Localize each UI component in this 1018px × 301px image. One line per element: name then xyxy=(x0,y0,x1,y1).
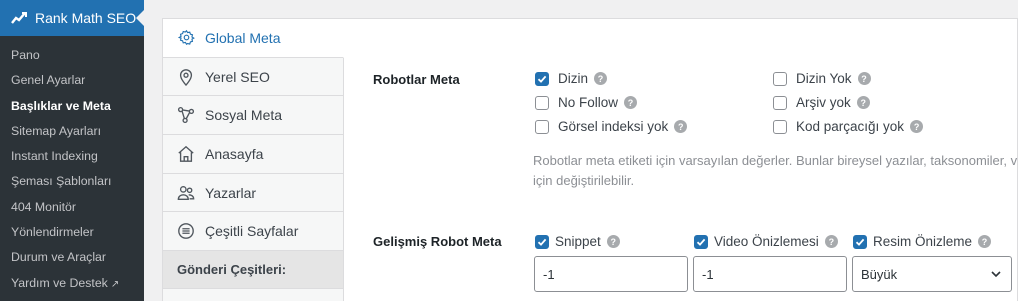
image-preview-value: Büyük xyxy=(861,266,898,282)
help-icon[interactable]: ? xyxy=(910,120,924,133)
rank-math-menu-label: Rank Math SEO xyxy=(35,10,137,26)
chevron-down-icon xyxy=(990,268,1002,283)
tab-section-heading: Gönderi Çeşitleri: xyxy=(163,251,343,290)
robots-meta-description: Robotlar meta etiketi için varsayılan de… xyxy=(533,153,1018,188)
checkbox-label: Görsel indeksi yok xyxy=(558,119,669,134)
rank-math-logo-icon xyxy=(11,11,27,25)
checkbox-kod-parcacigi-yok[interactable]: Kod parçacığı yok ? xyxy=(773,119,924,134)
snippet-length-input[interactable]: -1 xyxy=(534,256,688,292)
tab-label: Sosyal Meta xyxy=(205,107,283,124)
home-icon xyxy=(177,145,195,163)
help-icon[interactable]: ? xyxy=(624,96,638,109)
settings-tabs: Global Meta Yerel SEO Sosyal Meta Anasay… xyxy=(163,19,344,301)
submenu-item-genel-ayarlar[interactable]: Genel Ayarlar xyxy=(0,68,144,93)
checkbox-label: Video Önizlemesi xyxy=(714,234,819,249)
settings-panel: Global Meta Yerel SEO Sosyal Meta Anasay… xyxy=(162,18,1018,301)
tab-global-meta[interactable]: Global Meta xyxy=(163,19,344,58)
checkbox-box[interactable] xyxy=(535,95,549,110)
submenu-item-durum-ve-araclar[interactable]: Durum ve Araçlar xyxy=(0,245,144,270)
checkbox-video-onizlemesi[interactable]: Video Önizlemesi ? xyxy=(694,234,838,249)
share-nodes-icon xyxy=(177,106,195,124)
admin-sidebar: Rank Math SEO Pano Genel Ayarlar Başlıkl… xyxy=(0,0,144,301)
robots-meta-label: Robotlar Meta xyxy=(373,72,460,87)
checkbox-box[interactable] xyxy=(853,234,867,249)
checkbox-box[interactable] xyxy=(535,234,549,249)
tab-next-partial[interactable] xyxy=(163,289,343,301)
checkbox-label: Dizin xyxy=(558,71,589,86)
checkbox-box[interactable] xyxy=(535,71,549,86)
tab-anasayfa[interactable]: Anasayfa xyxy=(163,135,343,174)
submenu-item-yonlendirmeler[interactable]: Yönlendirmeler xyxy=(0,220,144,245)
submenu-item-basliklar-ve-meta[interactable]: Başlıklar ve Meta xyxy=(0,94,144,119)
settings-main: Robotlar Meta Dizin ? Dizin Yok ? No Fol… xyxy=(345,19,1018,301)
checkbox-box[interactable] xyxy=(773,71,787,86)
tab-label: Anasayfa xyxy=(205,145,264,162)
list-circle-icon xyxy=(177,222,195,240)
tab-label: Yerel SEO xyxy=(205,68,270,85)
tab-yerel-seo[interactable]: Yerel SEO xyxy=(163,57,343,97)
checkbox-label: Kod parçacığı yok xyxy=(796,119,905,134)
advanced-robots-meta-label: Gelişmiş Robot Meta xyxy=(373,234,502,249)
checkbox-label: Snippet xyxy=(555,234,601,249)
tab-cesitli-sayfalar[interactable]: Çeşitli Sayfalar xyxy=(163,212,343,252)
current-menu-arrow xyxy=(136,10,144,26)
tab-yazarlar[interactable]: Yazarlar xyxy=(163,173,343,213)
checkbox-label: Arşiv yok xyxy=(796,95,851,110)
tab-label: Yazarlar xyxy=(205,184,257,201)
submenu-item-yardim-ve-destek[interactable]: Yardım ve Destek ↗ xyxy=(0,271,144,296)
tab-label: Global Meta xyxy=(205,29,281,46)
tab-sosyal-meta[interactable]: Sosyal Meta xyxy=(163,96,343,136)
external-link-icon: ↗ xyxy=(110,278,120,290)
location-pin-icon xyxy=(177,68,195,86)
help-icon[interactable]: ? xyxy=(594,72,608,85)
help-icon[interactable]: ? xyxy=(857,72,871,85)
checkbox-arsiv-yok[interactable]: Arşiv yok ? xyxy=(773,95,870,110)
checkbox-label: Dizin Yok xyxy=(796,71,852,86)
submenu: Pano Genel Ayarlar Başlıklar ve Meta Sit… xyxy=(0,36,144,301)
submenu-item-pano[interactable]: Pano xyxy=(0,43,144,68)
help-icon[interactable]: ? xyxy=(674,120,688,133)
checkbox-dizin[interactable]: Dizin ? xyxy=(535,71,608,86)
checkbox-dizin-yok[interactable]: Dizin Yok ? xyxy=(773,71,871,86)
checkbox-label: Resim Önizleme xyxy=(873,234,973,249)
submenu-item-sitemap-ayarlari[interactable]: Sitemap Ayarları xyxy=(0,119,144,144)
submenu-item-semasi-sablonlari[interactable]: Şeması Şablonları xyxy=(0,169,144,194)
users-icon xyxy=(177,184,195,202)
submenu-item-404-monitor[interactable]: 404 Monitör xyxy=(0,195,144,220)
image-preview-select[interactable]: Büyük xyxy=(852,256,1012,292)
checkbox-no-follow[interactable]: No Follow ? xyxy=(535,95,638,110)
help-icon[interactable]: ? xyxy=(824,235,838,248)
gear-icon xyxy=(177,29,195,47)
checkbox-box[interactable] xyxy=(535,119,549,134)
page-content: Global Meta Yerel SEO Sosyal Meta Anasay… xyxy=(144,0,1018,301)
help-icon[interactable]: ? xyxy=(606,235,620,248)
submenu-item-label: Yardım ve Destek xyxy=(11,275,108,290)
submenu-item-instant-indexing[interactable]: Instant Indexing xyxy=(0,144,144,169)
video-preview-input[interactable]: -1 xyxy=(693,256,847,292)
help-icon[interactable]: ? xyxy=(978,235,992,248)
checkbox-snippet[interactable]: Snippet ? xyxy=(535,234,620,249)
help-icon[interactable]: ? xyxy=(856,96,870,109)
checkbox-box[interactable] xyxy=(773,95,787,110)
checkbox-box[interactable] xyxy=(773,119,787,134)
checkbox-resim-onizleme[interactable]: Resim Önizleme ? xyxy=(853,234,992,249)
tab-label: Çeşitli Sayfalar xyxy=(205,223,299,240)
checkbox-gorsel-indeksi-yok[interactable]: Görsel indeksi yok ? xyxy=(535,119,688,134)
rank-math-menu[interactable]: Rank Math SEO xyxy=(0,0,144,36)
checkbox-label: No Follow xyxy=(558,95,619,110)
checkbox-box[interactable] xyxy=(694,234,708,249)
